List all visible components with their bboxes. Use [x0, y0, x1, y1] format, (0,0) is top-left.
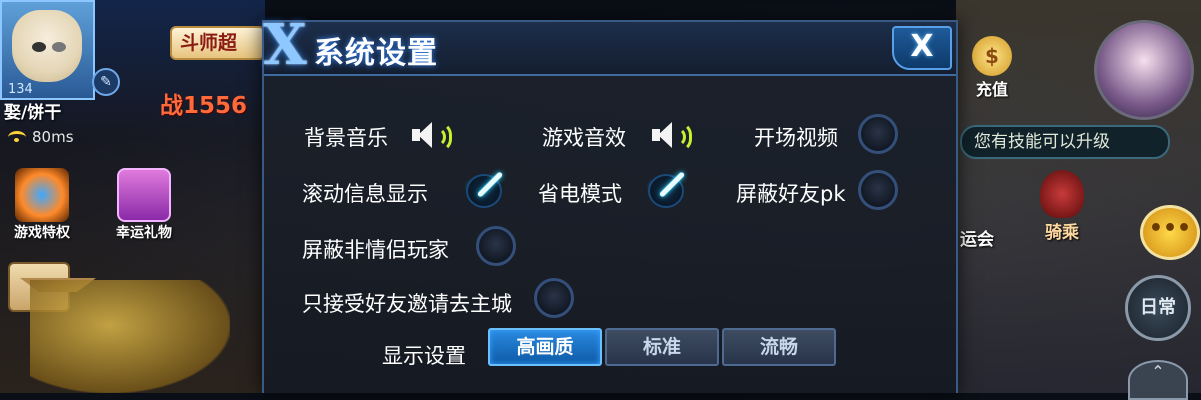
power-save-checkbox[interactable]	[642, 168, 694, 212]
sfx-speaker-icon[interactable]	[652, 120, 696, 152]
ride-label: 骑乘	[1045, 223, 1079, 243]
player-name: 娶/饼干	[4, 103, 62, 123]
sfx-label: 游戏音效	[542, 126, 626, 150]
display-settings-label: 显示设置	[382, 344, 466, 368]
close-button[interactable]: X	[892, 26, 952, 70]
power-save-label: 省电模式	[538, 182, 622, 206]
friend-invite-only-toggle[interactable]	[534, 278, 574, 318]
intro-video-label: 开场视频	[754, 126, 838, 150]
wifi-icon	[8, 130, 26, 144]
games-event-label[interactable]: 运会	[960, 225, 994, 250]
recharge-label: 充值	[975, 80, 1008, 99]
gift-box-icon	[117, 168, 171, 222]
lucky-gift-button[interactable]: 幸运礼物	[116, 168, 172, 242]
chevron-up-icon[interactable]: ⌃	[1128, 360, 1188, 400]
quality-high-button[interactable]: 高画质	[488, 328, 602, 366]
system-settings-dialog: X 系统设置 X 背景音乐 游戏音效 开场视频 滚动信息显示 省电模式 屏蔽好友…	[262, 16, 958, 393]
rank-badge[interactable]: 斗师超	[170, 26, 265, 60]
wrench-icon[interactable]: ✎	[92, 68, 120, 96]
hero-portrait[interactable]	[1094, 20, 1194, 120]
chat-bubble-icon[interactable]: •••	[1140, 205, 1200, 260]
intro-video-toggle[interactable]	[858, 114, 898, 154]
dialog-header: X 系统设置 X	[263, 16, 956, 76]
privilege-icon	[15, 168, 69, 222]
game-privilege-button[interactable]: 游戏特权	[14, 168, 70, 242]
ping-value: 80ms	[32, 128, 74, 146]
dialog-title: 系统设置	[314, 36, 438, 71]
player-avatar[interactable]: 134	[0, 0, 95, 100]
block-non-couple-toggle[interactable]	[476, 226, 516, 266]
ping-indicator: 80ms	[8, 128, 74, 146]
x-emblem-icon: X	[263, 12, 307, 78]
daily-button[interactable]: 日常	[1125, 275, 1191, 341]
skill-upgrade-tip[interactable]: 您有技能可以升级	[960, 125, 1170, 159]
friend-invite-only-label: 只接受好友邀请去主城	[302, 292, 512, 316]
scroll-info-checkbox[interactable]	[460, 168, 512, 212]
coin-icon: $	[972, 36, 1012, 76]
ride-button[interactable]: 骑乘	[1040, 170, 1084, 243]
privilege-label: 游戏特权	[14, 225, 70, 241]
avatar-face	[12, 10, 82, 82]
gift-label: 幸运礼物	[116, 225, 172, 241]
bgm-speaker-icon[interactable]	[412, 120, 456, 152]
quality-smooth-button[interactable]: 流畅	[722, 328, 836, 366]
combat-power: 战1556	[160, 93, 248, 119]
recharge-button[interactable]: $ 充值	[972, 36, 1012, 100]
mech-character-art	[30, 280, 230, 393]
player-level: 134	[8, 82, 33, 97]
mount-icon	[1040, 170, 1084, 218]
bgm-label: 背景音乐	[304, 126, 388, 150]
quality-standard-button[interactable]: 标准	[605, 328, 719, 366]
block-friend-pk-label: 屏蔽好友pk	[736, 182, 846, 206]
block-friend-pk-toggle[interactable]	[858, 170, 898, 210]
block-non-couple-label: 屏蔽非情侣玩家	[302, 238, 449, 262]
scroll-info-label: 滚动信息显示	[302, 182, 428, 206]
eye-icon	[52, 42, 66, 52]
eye-patch-icon	[32, 42, 46, 52]
